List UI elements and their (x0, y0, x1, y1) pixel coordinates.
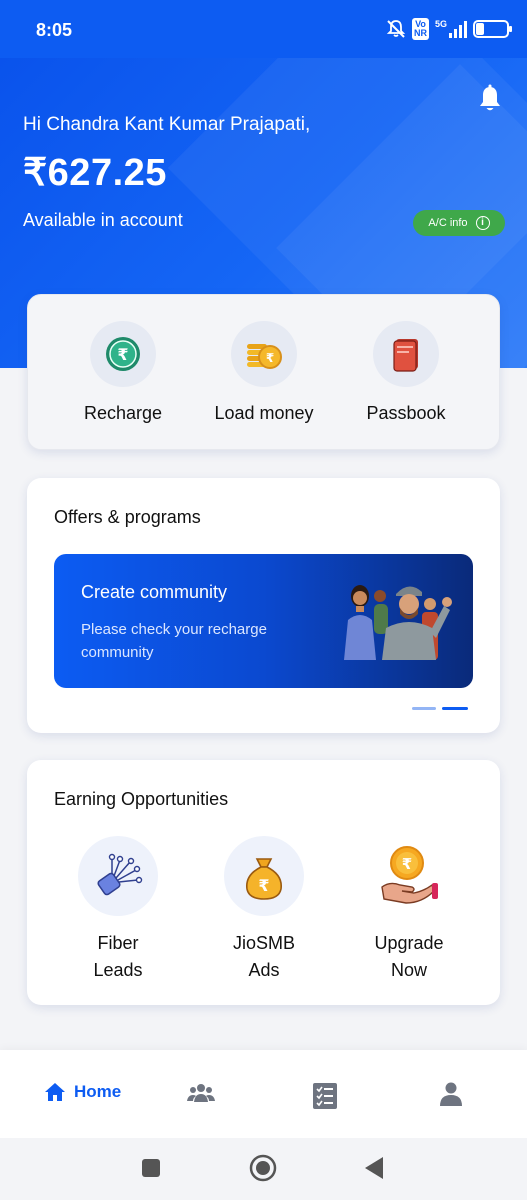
upgrade-now-icon-circle: ₹ (369, 836, 449, 916)
money-bag-icon: ₹ (245, 858, 283, 900)
load-money-label: Load money (214, 403, 314, 423)
banner-subtitle: Please check your recharge community (81, 621, 267, 661)
jiosmb-ads-icon-circle: ₹ (224, 836, 304, 916)
nav-home[interactable]: Home (44, 1082, 121, 1102)
carousel-indicator (412, 707, 468, 710)
back-button-icon[interactable] (364, 1156, 384, 1180)
recharge-label: Recharge (83, 403, 163, 423)
fiber-leads-line1: Fiber (97, 933, 139, 953)
svg-text:₹: ₹ (258, 876, 269, 895)
passbook-label: Passbook (366, 403, 446, 423)
home-button-icon[interactable] (249, 1154, 277, 1182)
recharge-icon-circle: ₹ (90, 321, 156, 387)
balance-caption: Available in account (23, 210, 183, 230)
earning-title: Earning Opportunities (54, 789, 229, 809)
checklist-icon (313, 1083, 337, 1109)
fiber-leads-icon-circle (78, 836, 158, 916)
passbook-action[interactable]: Passbook (336, 321, 476, 424)
fiber-cable-icon (97, 853, 143, 896)
nav-home-label: Home (74, 1082, 122, 1101)
load-money-action[interactable]: ₹ Load money (194, 321, 334, 424)
create-community-banner[interactable]: Create community Please check your recha… (54, 554, 473, 688)
greeting-text: Hi Chandra Kant Kumar Prajapati, (23, 114, 311, 135)
notification-bell-icon[interactable] (476, 84, 504, 114)
ac-info-label: A/C info (428, 217, 468, 229)
carousel-dot-1[interactable] (412, 707, 436, 710)
status-bar: 8:05 Vo NR 5G 25 (0, 0, 527, 60)
community-icon (187, 1084, 215, 1102)
recents-button-icon[interactable] (141, 1158, 161, 1178)
signal-icon (449, 20, 467, 38)
jiosmb-ads-line1: JioSMB (232, 933, 295, 953)
upgrade-now-line1: Upgrade (374, 933, 444, 953)
carousel-dot-2[interactable] (442, 707, 468, 710)
offers-title: Offers & programs (54, 507, 201, 527)
rupee-coin-icon: ₹ (106, 337, 140, 371)
upgrade-now-label: Upgrade Now (339, 930, 479, 984)
upgrade-now-line2: Now (390, 960, 427, 980)
recharge-action[interactable]: ₹ Recharge (53, 321, 193, 424)
community-people-illustration (344, 585, 452, 660)
profile-icon (440, 1082, 462, 1106)
nr-text: NR (413, 28, 427, 38)
info-icon: i (475, 216, 490, 230)
home-icon (45, 1083, 65, 1101)
svg-text:₹: ₹ (117, 345, 128, 364)
network-indicator: 5G (435, 20, 467, 38)
nav-profile[interactable] (440, 1082, 462, 1106)
status-icons: Vo NR 5G 25 (386, 18, 512, 40)
load-money-icon-circle: ₹ (231, 321, 297, 387)
jiosmb-ads-line2: Ads (248, 960, 280, 980)
nav-community[interactable] (187, 1082, 215, 1104)
upgrade-now-item[interactable]: ₹ Upgrade Now (339, 836, 479, 984)
mute-bell-icon (386, 20, 406, 38)
quick-actions-card: ₹ Recharge ₹ Load money Passbook (27, 294, 500, 450)
vonr-badge: Vo NR (411, 18, 429, 40)
svg-text:₹: ₹ (402, 855, 412, 873)
offers-card: Offers & programs Create community Pleas… (27, 478, 500, 733)
coins-stack-icon: ₹ (247, 344, 282, 369)
bottom-nav: Home (0, 1050, 527, 1138)
ac-info-button[interactable]: A/C info i (413, 210, 505, 236)
banner-title: Create community (81, 582, 228, 602)
passbook-icon-circle (373, 321, 439, 387)
battery-level: 25 (484, 23, 498, 35)
passbook-icon (393, 339, 418, 372)
status-time: 8:05 (36, 20, 73, 40)
hand-rupee-icon: ₹ (381, 846, 438, 904)
fiber-leads-line2: Leads (93, 960, 143, 980)
jiosmb-ads-label: JioSMB Ads (194, 930, 334, 984)
fiber-leads-label: Fiber Leads (48, 930, 188, 984)
account-balance: ₹627.25 (23, 152, 167, 194)
nav-tasks[interactable] (312, 1082, 338, 1110)
jiosmb-ads-item[interactable]: ₹ JioSMB Ads (194, 836, 334, 984)
battery-icon: 25 (473, 20, 512, 38)
network-type: 5G (434, 19, 447, 29)
earning-opportunities-card: Earning Opportunities Fiber Leads ₹ JioS… (27, 760, 500, 1005)
fiber-leads-item[interactable]: Fiber Leads (48, 836, 188, 984)
svg-text:₹: ₹ (266, 351, 274, 365)
system-navigation-bar (0, 1138, 527, 1200)
